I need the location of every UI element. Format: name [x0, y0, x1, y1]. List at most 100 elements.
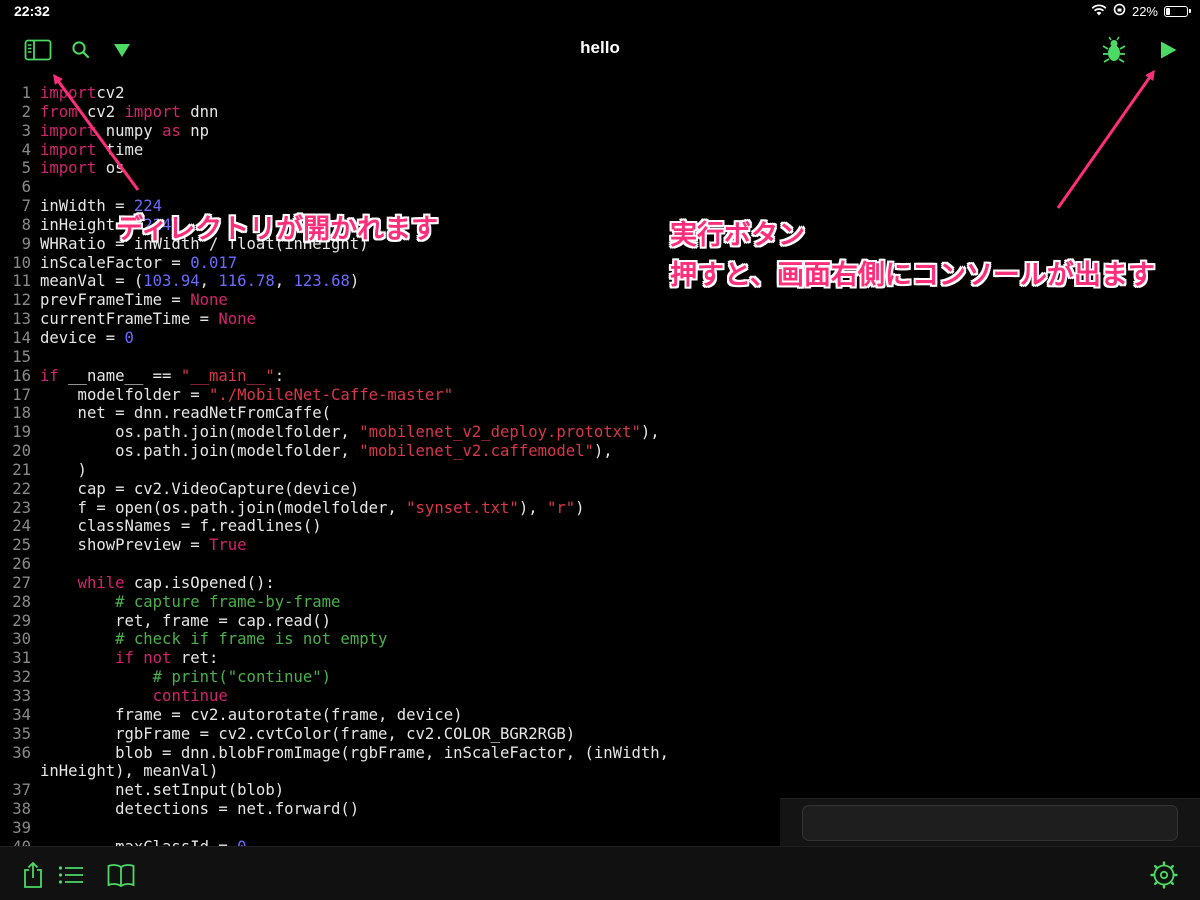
code-line[interactable]: 13 currentFrameTime = None	[0, 310, 780, 329]
bug-icon[interactable]	[1098, 34, 1130, 66]
code-line[interactable]: 18 net = dnn.readNetFromCaffe(	[0, 404, 780, 423]
code-line[interactable]: 22 cap = cv2.VideoCapture(device)	[0, 480, 780, 499]
line-number: 26	[12, 555, 31, 574]
code-line[interactable]: 32 # print("continue")	[0, 668, 780, 687]
list-icon[interactable]	[55, 859, 87, 891]
code-token: )	[575, 498, 585, 517]
code-token: )	[349, 272, 360, 291]
line-number	[0, 762, 40, 781]
code-token: )	[40, 460, 87, 479]
code-line[interactable]: 33 continue	[0, 687, 780, 706]
code-line[interactable]: 25 showPreview = True	[0, 536, 780, 555]
code-text: from cv2 import dnn	[40, 103, 218, 122]
line-number: 20	[12, 442, 31, 461]
code-line[interactable]: 28 # capture frame-by-frame	[0, 593, 780, 612]
code-token: # check if frame is not empty	[115, 630, 388, 649]
code-text: import time	[40, 141, 143, 160]
code-line[interactable]: 14 device = 0	[0, 329, 780, 348]
code-token: classNames = f.readlines()	[40, 517, 322, 536]
code-text: showPreview = True	[40, 536, 247, 555]
code-line[interactable]: 16 if __name__ == "__main__":	[0, 367, 780, 386]
line-number: 30	[12, 630, 31, 649]
status-right: 22%	[1091, 3, 1191, 19]
code-token: import	[40, 84, 97, 102]
code-line[interactable]: 40 maxClassId = 0	[0, 838, 780, 846]
code-line[interactable]: 36 blob = dnn.blobFromImage(rgbFrame, in…	[0, 744, 780, 763]
code-text: prevFrameTime = None	[40, 291, 228, 310]
code-token: device =	[40, 328, 125, 347]
code-line[interactable]: 20 os.path.join(modelfolder, "mobilenet_…	[0, 442, 780, 461]
code-text: if not ret:	[40, 649, 218, 668]
settings-icon[interactable]	[1148, 859, 1180, 891]
code-text: classNames = f.readlines()	[40, 517, 322, 536]
code-text: continue	[40, 687, 228, 706]
code-text: inScaleFactor = 0.017	[40, 254, 237, 273]
page-title: hello	[580, 38, 620, 57]
code-token: True	[209, 536, 247, 555]
code-line[interactable]: 3 import numpy as np	[0, 122, 780, 141]
code-token: "r"	[547, 498, 576, 517]
code-token: None	[218, 310, 256, 329]
code-line[interactable]: 38 detections = net.forward()	[0, 800, 780, 819]
line-number: 19	[12, 423, 31, 442]
code-text: frame = cv2.autorotate(frame, device)	[40, 706, 462, 725]
code-token: 0	[124, 328, 134, 347]
code-line[interactable]: 29 ret, frame = cap.read()	[0, 612, 780, 631]
code-line[interactable]: 27 while cap.isOpened():	[0, 574, 780, 593]
code-line[interactable]: 19 os.path.join(modelfolder, "mobilenet_…	[0, 423, 780, 442]
code-line[interactable]: 37 net.setInput(blob)	[0, 781, 780, 800]
code-token: dnn	[180, 102, 219, 121]
code-line[interactable]: 39	[0, 819, 780, 838]
annotation-directory: ディレクトリが開かれます	[116, 214, 439, 245]
code-token: 116.78	[218, 272, 275, 291]
code-line[interactable]: 34 frame = cv2.autorotate(frame, device)	[0, 706, 780, 725]
code-line[interactable]: 30 # check if frame is not empty	[0, 630, 780, 649]
code-line[interactable]: 21 )	[0, 461, 780, 480]
play-icon[interactable]	[1152, 34, 1184, 66]
line-number: 34	[12, 705, 31, 724]
code-editor[interactable]: 1 importcv2 2 from cv2 import dnn 3 import nu…	[0, 84, 780, 846]
code-text: net.setInput(blob)	[40, 781, 284, 800]
code-line[interactable]: 6	[0, 178, 780, 197]
code-token: blob = dnn.blobFromImage(rgbFrame, inSca…	[40, 743, 670, 762]
code-line[interactable]: 35 rgbFrame = cv2.cvtColor(frame, cv2.CO…	[0, 725, 780, 744]
console-panel	[780, 798, 1200, 846]
line-number: 2	[21, 102, 31, 121]
code-text: cap = cv2.VideoCapture(device)	[40, 480, 360, 499]
code-line[interactable]: 11 meanVal = (103.94, 116.78, 123.68)	[0, 272, 780, 291]
share-icon[interactable]	[17, 859, 49, 891]
code-line[interactable]: 5 import os	[0, 159, 780, 178]
arrow-to-play	[1056, 69, 1155, 209]
code-token: 103.94	[143, 272, 200, 291]
code-text: os.path.join(modelfolder, "mobilenet_v2_…	[40, 423, 660, 442]
code-token: if	[40, 366, 59, 385]
status-bar: 22:32 22%	[0, 0, 1200, 24]
code-token: import	[40, 140, 97, 159]
line-number: 11	[12, 272, 31, 291]
code-token: # print("continue")	[152, 668, 332, 687]
console-input[interactable]	[802, 805, 1178, 841]
code-token: ret:	[171, 649, 219, 668]
code-line[interactable]: 10 inScaleFactor = 0.017	[0, 254, 780, 273]
code-token: time	[96, 140, 144, 159]
code-line[interactable]: 15	[0, 348, 780, 367]
code-line[interactable]: inHeight), meanVal)	[0, 762, 780, 781]
code-line[interactable]: 23 f = open(os.path.join(modelfolder, "s…	[0, 499, 780, 518]
code-text: rgbFrame = cv2.cvtColor(frame, cv2.COLOR…	[40, 725, 575, 744]
code-line[interactable]: 26	[0, 555, 780, 574]
code-line[interactable]: 4 import time	[0, 141, 780, 160]
code-line[interactable]: 1 importcv2	[0, 84, 780, 103]
code-token: # capture frame-by-frame	[115, 592, 341, 611]
code-line[interactable]: 31 if not ret:	[0, 649, 780, 668]
code-line[interactable]: 12 prevFrameTime = None	[0, 291, 780, 310]
line-number: 13	[12, 310, 31, 329]
nav-bar: hello	[0, 24, 1200, 76]
code-line[interactable]: 2 from cv2 import dnn	[0, 103, 780, 122]
code-token: f = open(os.path.join(modelfolder,	[40, 498, 407, 517]
book-icon[interactable]	[105, 859, 137, 891]
code-line[interactable]: 17 modelfolder = "./MobileNet-Caffe-mast…	[0, 386, 780, 405]
code-line[interactable]: 24 classNames = f.readlines()	[0, 517, 780, 536]
